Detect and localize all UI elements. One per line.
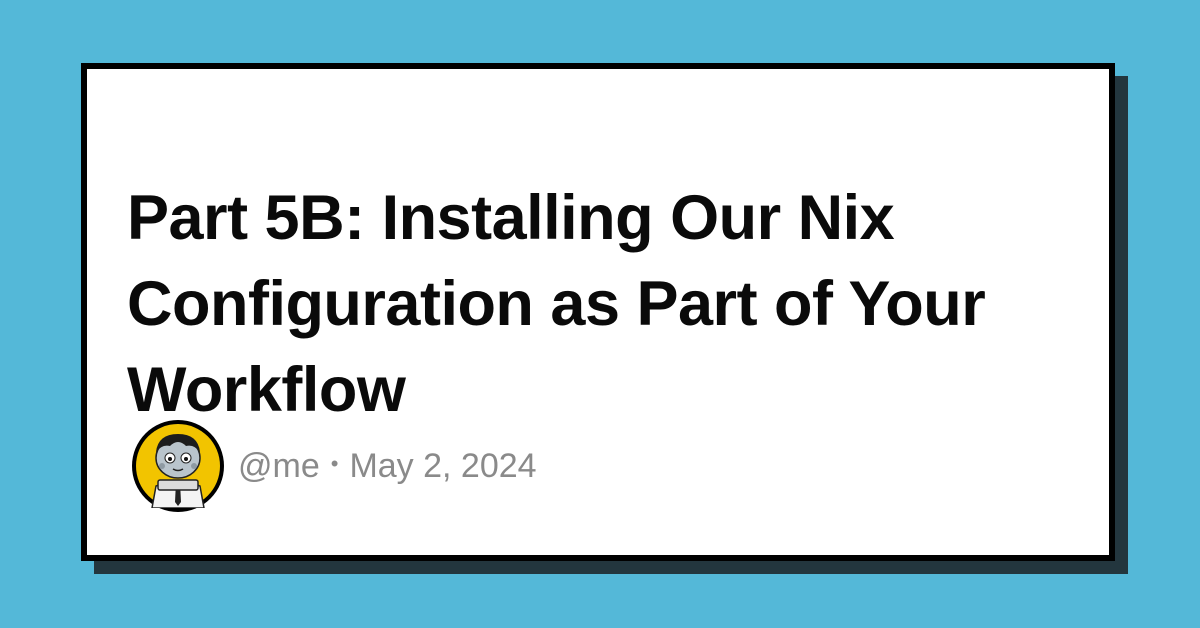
post-byline: @me • May 2, 2024 (132, 420, 537, 512)
post-title: Part 5B: Installing Our Nix Configuratio… (127, 183, 986, 425)
post-card: Part 5B: Installing Our Nix Configuratio… (81, 63, 1115, 561)
author-avatar (132, 420, 224, 512)
meta-separator: • (330, 451, 339, 476)
post-date: May 2, 2024 (349, 446, 537, 485)
author-handle[interactable]: @me (238, 447, 320, 486)
post-meta: @me • May 2, 2024 (238, 447, 537, 486)
cartoon-character-icon (136, 424, 220, 508)
